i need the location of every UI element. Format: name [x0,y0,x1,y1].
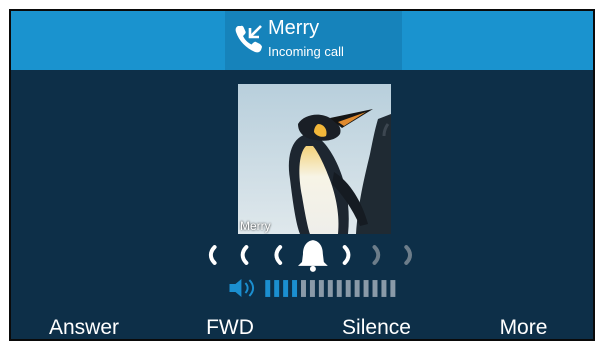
volume-bar [327,280,333,297]
volume-bar [345,280,351,297]
volume-bar [318,280,324,297]
caller-name: Merry [268,17,320,39]
volume-level-bars [265,280,396,297]
forward-softkey[interactable]: FWD [157,312,303,339]
selected-softkey-indicator [11,340,162,341]
volume-bar [265,280,271,297]
answer-softkey[interactable]: Answer [11,312,157,339]
caller-info: Merry Incoming call [225,11,402,70]
speaker-icon [229,279,255,297]
softkey-bar: Answer FWD Silence More [11,312,593,341]
volume-bar [354,280,360,297]
volume-bar [390,280,396,297]
volume-bar [372,280,378,297]
more-softkey[interactable]: More [450,312,593,339]
volume-bar [292,280,298,297]
volume-indicator [229,279,396,297]
silence-softkey[interactable]: Silence [303,312,450,339]
volume-bar [274,280,280,297]
penguin-photo-image [238,84,391,234]
call-status: Incoming call [268,44,344,59]
volume-bar [336,280,342,297]
volume-bar [309,280,315,297]
caller-photo: Merry [238,84,391,234]
volume-bar [283,280,289,297]
bell-icon [298,240,328,272]
ringer-indicator [208,240,412,272]
phone-screen: Merry Incoming call Merry Answer FWD Sil… [9,9,595,341]
volume-bar [301,280,306,297]
caller-photo-label: Merry [240,219,271,233]
top-bar: Merry Incoming call [11,11,593,70]
incoming-call-icon [235,25,262,53]
volume-bar [381,280,387,297]
volume-bar [363,280,369,297]
